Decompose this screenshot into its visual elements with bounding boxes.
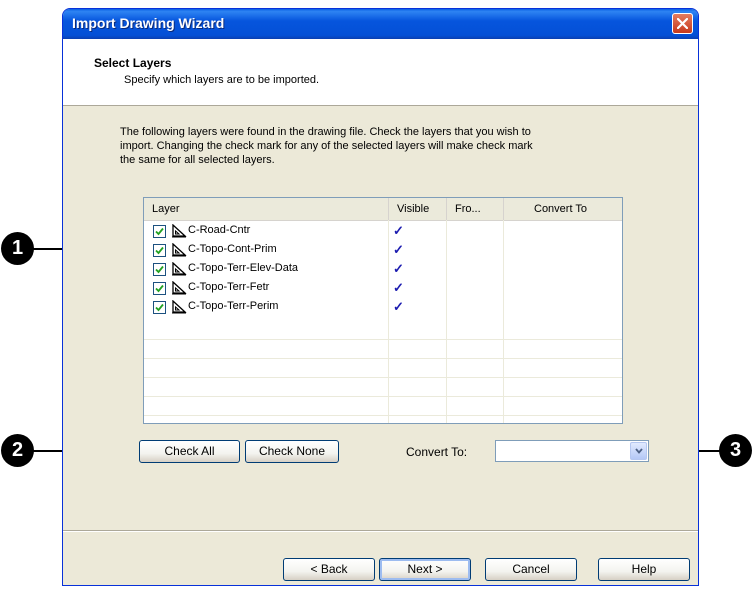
close-button[interactable] — [672, 13, 693, 34]
column-header-layer[interactable]: Layer — [144, 198, 389, 220]
column-header-visible[interactable]: Visible — [389, 198, 447, 220]
wizard-header: Select Layers Specify which layers are t… — [63, 39, 698, 106]
visible-check: ✓ — [393, 223, 404, 238]
callout-1: 1 — [1, 232, 34, 265]
grid-line — [144, 339, 622, 340]
help-button[interactable]: Help — [598, 558, 690, 581]
grid-line — [144, 415, 622, 416]
list-item[interactable]: C-Topo-Cont-Prim ✓ — [144, 241, 622, 259]
instructions-text: The following layers were found in the d… — [120, 125, 640, 167]
layer-name: C-Topo-Terr-Perim — [188, 300, 279, 312]
layer-checkbox[interactable] — [153, 225, 166, 238]
convert-to-label: Convert To: — [406, 445, 468, 459]
triangle-layer-icon — [172, 224, 187, 238]
checkmark-icon — [155, 284, 164, 293]
layer-name: C-Topo-Terr-Fetr — [188, 281, 270, 293]
convert-to-dropdown[interactable] — [495, 440, 649, 462]
instructions-line-1: The following layers were found in the d… — [120, 126, 531, 138]
checkmark-icon — [155, 265, 164, 274]
triangle-layer-icon — [172, 300, 187, 314]
dropdown-arrow-button[interactable] — [630, 442, 647, 460]
grid-line — [144, 396, 622, 397]
check-none-button[interactable]: Check None — [245, 440, 339, 463]
layer-name: C-Road-Cntr — [188, 224, 251, 236]
triangle-layer-icon — [172, 262, 187, 276]
list-item[interactable]: C-Topo-Terr-Elev-Data ✓ — [144, 260, 622, 278]
grid-line — [144, 358, 622, 359]
window-title: Import Drawing Wizard — [72, 15, 225, 31]
layer-name: C-Topo-Terr-Elev-Data — [188, 262, 299, 274]
title-bar[interactable]: Import Drawing Wizard — [63, 9, 698, 39]
visible-check: ✓ — [393, 299, 404, 314]
checkmark-icon — [155, 303, 164, 312]
instructions-line-2: import. Changing the check mark for any … — [120, 140, 533, 152]
layer-checkbox[interactable] — [153, 244, 166, 257]
triangle-layer-icon — [172, 281, 187, 295]
page-subtitle: Specify which layers are to be imported. — [124, 74, 320, 86]
page-title: Select Layers — [94, 56, 172, 70]
visible-check: ✓ — [393, 242, 404, 257]
checkmark-icon — [155, 227, 164, 236]
layer-checkbox[interactable] — [153, 263, 166, 276]
column-header-from[interactable]: Fro... — [447, 198, 504, 220]
layer-name: C-Topo-Cont-Prim — [188, 243, 277, 255]
grid-line — [144, 377, 622, 378]
list-item[interactable]: C-Topo-Terr-Fetr ✓ — [144, 279, 622, 297]
instructions-line-3: the same for all selected layers. — [120, 154, 275, 166]
layer-checkbox[interactable] — [153, 282, 166, 295]
callout-2: 2 — [1, 434, 34, 467]
close-icon — [677, 18, 688, 29]
checkmark-icon — [155, 246, 164, 255]
footer-divider — [63, 530, 698, 532]
check-all-button[interactable]: Check All — [139, 440, 240, 463]
column-header-convert-to[interactable]: Convert To — [504, 198, 622, 220]
list-item[interactable]: C-Topo-Terr-Perim ✓ — [144, 298, 622, 316]
visible-check: ✓ — [393, 280, 404, 295]
back-button[interactable]: < Back — [283, 558, 375, 581]
next-button[interactable]: Next > — [379, 558, 471, 581]
cancel-button[interactable]: Cancel — [485, 558, 577, 581]
import-drawing-wizard-window: Import Drawing Wizard Select Layers Spec… — [62, 8, 699, 586]
callout-3: 3 — [719, 434, 752, 467]
triangle-layer-icon — [172, 243, 187, 257]
chevron-down-icon — [635, 448, 643, 454]
list-header: Layer Visible Fro... Convert To — [144, 198, 622, 221]
visible-check: ✓ — [393, 261, 404, 276]
layers-list[interactable]: Layer Visible Fro... Convert To C-Road-C… — [143, 197, 623, 424]
layer-checkbox[interactable] — [153, 301, 166, 314]
list-item[interactable]: C-Road-Cntr ✓ — [144, 222, 622, 240]
